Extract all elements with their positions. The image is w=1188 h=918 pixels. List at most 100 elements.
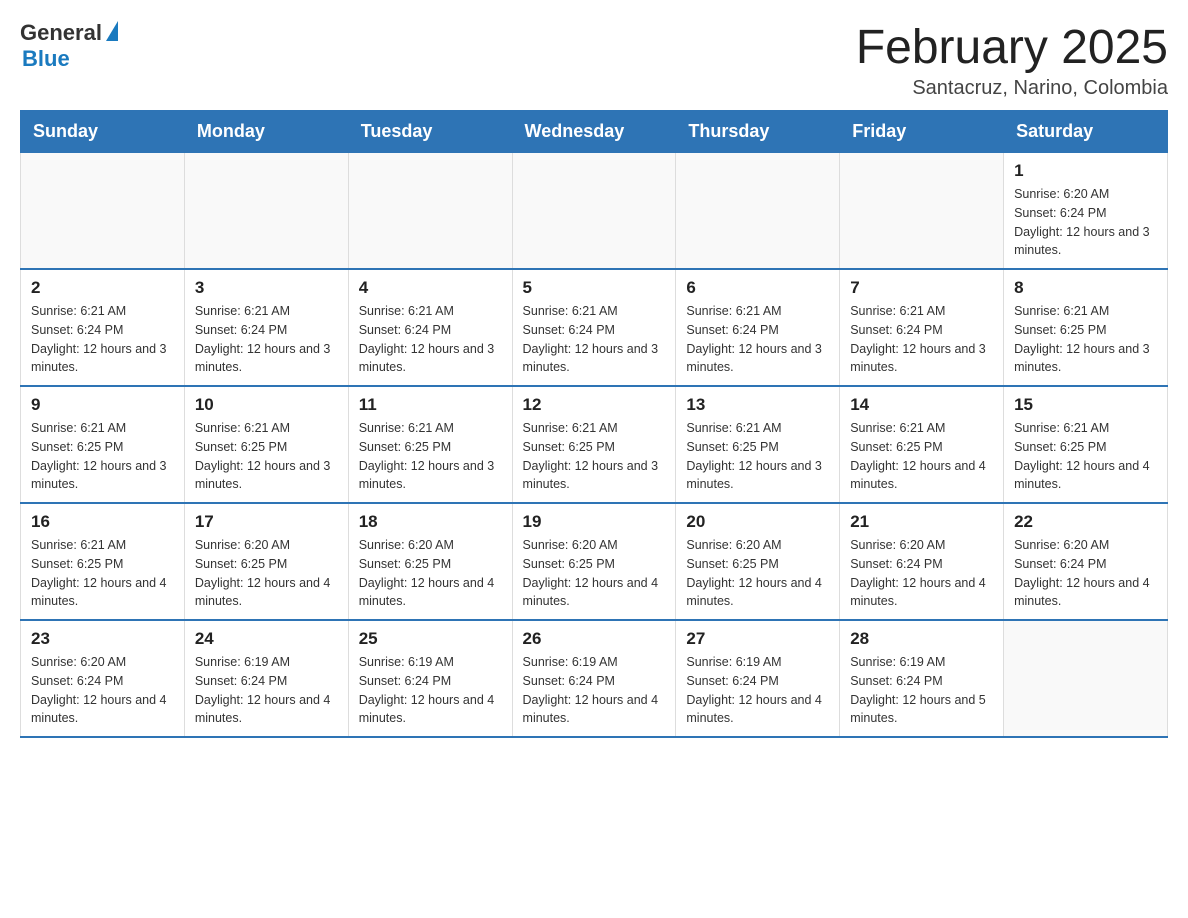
- column-header-sunday: Sunday: [21, 111, 185, 153]
- day-info: Sunrise: 6:20 AMSunset: 6:24 PMDaylight:…: [850, 536, 993, 611]
- day-number: 6: [686, 278, 829, 298]
- day-number: 10: [195, 395, 338, 415]
- day-number: 8: [1014, 278, 1157, 298]
- calendar-cell: 13 Sunrise: 6:21 AMSunset: 6:25 PMDayligh…: [676, 386, 840, 503]
- day-info: Sunrise: 6:19 AMSunset: 6:24 PMDaylight:…: [195, 653, 338, 728]
- calendar-cell: 9 Sunrise: 6:21 AMSunset: 6:25 PMDaylight…: [21, 386, 185, 503]
- calendar-week-row: 23Sunrise: 6:20 AMSunset: 6:24 PMDayligh…: [21, 620, 1168, 737]
- day-info: Sunrise: 6:21 AMSunset: 6:24 PMDaylight:…: [686, 302, 829, 377]
- day-number: 26: [523, 629, 666, 649]
- calendar-cell: 7Sunrise: 6:21 AMSunset: 6:24 PMDaylight…: [840, 269, 1004, 386]
- calendar-week-row: 9 Sunrise: 6:21 AMSunset: 6:25 PMDaylight…: [21, 386, 1168, 503]
- day-info: Sunrise: 6:21 AMSunset: 6:25 PMDaylight:…: [31, 419, 174, 494]
- day-number: 19: [523, 512, 666, 532]
- calendar-cell: [1004, 620, 1168, 737]
- day-number: 22: [1014, 512, 1157, 532]
- calendar-cell: 26 Sunrise: 6:19 AMSunset: 6:24 PMDayligh…: [512, 620, 676, 737]
- day-info: Sunrise: 6:20 AMSunset: 6:25 PMDaylight:…: [195, 536, 338, 611]
- calendar-cell: 14 Sunrise: 6:21 AMSunset: 6:25 PMDayligh…: [840, 386, 1004, 503]
- day-number: 2: [31, 278, 174, 298]
- day-number: 15: [1014, 395, 1157, 415]
- column-header-monday: Monday: [184, 111, 348, 153]
- day-info: Sunrise: 6:21 AMSunset: 6:25 PMDaylight:…: [359, 419, 502, 494]
- calendar-cell: 28 Sunrise: 6:19 AMSunset: 6:24 PMDayligh…: [840, 620, 1004, 737]
- day-info: Sunrise: 6:21 AMSunset: 6:25 PMDaylight:…: [1014, 419, 1157, 494]
- day-info: Sunrise: 6:19 AMSunset: 6:24 PMDaylight:…: [850, 653, 993, 728]
- day-info: Sunrise: 6:20 AMSunset: 6:24 PMDaylight:…: [1014, 536, 1157, 611]
- calendar-cell: [840, 153, 1004, 270]
- calendar-week-row: 1 Sunrise: 6:20 AMSunset: 6:24 PMDaylight…: [21, 153, 1168, 270]
- day-info: Sunrise: 6:21 AMSunset: 6:25 PMDaylight:…: [850, 419, 993, 494]
- calendar-cell: 12Sunrise: 6:21 AMSunset: 6:25 PMDayligh…: [512, 386, 676, 503]
- column-header-friday: Friday: [840, 111, 1004, 153]
- day-info: Sunrise: 6:21 AMSunset: 6:24 PMDaylight:…: [31, 302, 174, 377]
- calendar-cell: 4Sunrise: 6:21 AMSunset: 6:24 PMDaylight…: [348, 269, 512, 386]
- calendar-cell: 1 Sunrise: 6:20 AMSunset: 6:24 PMDaylight…: [1004, 153, 1168, 270]
- day-number: 13: [686, 395, 829, 415]
- calendar-cell: 2 Sunrise: 6:21 AMSunset: 6:24 PMDaylight…: [21, 269, 185, 386]
- day-info: Sunrise: 6:20 AMSunset: 6:24 PMDaylight:…: [31, 653, 174, 728]
- calendar-cell: 3Sunrise: 6:21 AMSunset: 6:24 PMDaylight…: [184, 269, 348, 386]
- calendar-cell: 21 Sunrise: 6:20 AMSunset: 6:24 PMDayligh…: [840, 503, 1004, 620]
- day-info: Sunrise: 6:21 AMSunset: 6:24 PMDaylight:…: [359, 302, 502, 377]
- day-info: Sunrise: 6:21 AMSunset: 6:25 PMDaylight:…: [1014, 302, 1157, 377]
- day-info: Sunrise: 6:20 AMSunset: 6:25 PMDaylight:…: [686, 536, 829, 611]
- title-area: February 2025 Santacruz, Narino, Colombi…: [856, 20, 1168, 100]
- day-number: 25: [359, 629, 502, 649]
- day-number: 21: [850, 512, 993, 532]
- day-number: 20: [686, 512, 829, 532]
- day-info: Sunrise: 6:20 AMSunset: 6:25 PMDaylight:…: [359, 536, 502, 611]
- day-number: 28: [850, 629, 993, 649]
- calendar-cell: 25 Sunrise: 6:19 AMSunset: 6:24 PMDayligh…: [348, 620, 512, 737]
- calendar-cell: [184, 153, 348, 270]
- day-info: Sunrise: 6:21 AMSunset: 6:25 PMDaylight:…: [686, 419, 829, 494]
- logo-triangle-icon: [106, 21, 118, 41]
- day-info: Sunrise: 6:21 AMSunset: 6:25 PMDaylight:…: [523, 419, 666, 494]
- calendar-cell: 8 Sunrise: 6:21 AMSunset: 6:25 PMDaylight…: [1004, 269, 1168, 386]
- calendar-cell: 23Sunrise: 6:20 AMSunset: 6:24 PMDayligh…: [21, 620, 185, 737]
- calendar-cell: [676, 153, 840, 270]
- day-number: 24: [195, 629, 338, 649]
- day-number: 16: [31, 512, 174, 532]
- day-number: 18: [359, 512, 502, 532]
- calendar-cell: 16 Sunrise: 6:21 AMSunset: 6:25 PMDayligh…: [21, 503, 185, 620]
- day-number: 5: [523, 278, 666, 298]
- location-subtitle: Santacruz, Narino, Colombia: [856, 77, 1168, 100]
- day-info: Sunrise: 6:19 AMSunset: 6:24 PMDaylight:…: [686, 653, 829, 728]
- calendar-week-row: 16 Sunrise: 6:21 AMSunset: 6:25 PMDayligh…: [21, 503, 1168, 620]
- logo-general-text: General: [20, 20, 102, 46]
- calendar-table: SundayMondayTuesdayWednesdayThursdayFrid…: [20, 110, 1168, 738]
- month-title: February 2025: [856, 20, 1168, 75]
- day-info: Sunrise: 6:19 AMSunset: 6:24 PMDaylight:…: [359, 653, 502, 728]
- column-header-wednesday: Wednesday: [512, 111, 676, 153]
- calendar-cell: [512, 153, 676, 270]
- calendar-cell: 10 Sunrise: 6:21 AMSunset: 6:25 PMDayligh…: [184, 386, 348, 503]
- logo-blue-text: Blue: [22, 46, 70, 72]
- column-header-tuesday: Tuesday: [348, 111, 512, 153]
- day-info: Sunrise: 6:21 AMSunset: 6:25 PMDaylight:…: [195, 419, 338, 494]
- day-number: 17: [195, 512, 338, 532]
- day-number: 9: [31, 395, 174, 415]
- day-info: Sunrise: 6:19 AMSunset: 6:24 PMDaylight:…: [523, 653, 666, 728]
- column-header-saturday: Saturday: [1004, 111, 1168, 153]
- day-info: Sunrise: 6:20 AMSunset: 6:24 PMDaylight:…: [1014, 185, 1157, 260]
- day-info: Sunrise: 6:21 AMSunset: 6:24 PMDaylight:…: [523, 302, 666, 377]
- day-number: 14: [850, 395, 993, 415]
- calendar-cell: 19 Sunrise: 6:20 AMSunset: 6:25 PMDayligh…: [512, 503, 676, 620]
- day-info: Sunrise: 6:20 AMSunset: 6:25 PMDaylight:…: [523, 536, 666, 611]
- day-number: 27: [686, 629, 829, 649]
- calendar-cell: 18 Sunrise: 6:20 AMSunset: 6:25 PMDayligh…: [348, 503, 512, 620]
- day-info: Sunrise: 6:21 AMSunset: 6:24 PMDaylight:…: [195, 302, 338, 377]
- page-header: General Blue February 2025 Santacruz, Na…: [20, 20, 1168, 100]
- day-number: 11: [359, 395, 502, 415]
- calendar-cell: 6 Sunrise: 6:21 AMSunset: 6:24 PMDaylight…: [676, 269, 840, 386]
- calendar-cell: 15 Sunrise: 6:21 AMSunset: 6:25 PMDayligh…: [1004, 386, 1168, 503]
- calendar-cell: 27 Sunrise: 6:19 AMSunset: 6:24 PMDayligh…: [676, 620, 840, 737]
- day-number: 1: [1014, 161, 1157, 181]
- calendar-cell: [348, 153, 512, 270]
- column-header-thursday: Thursday: [676, 111, 840, 153]
- calendar-cell: 22 Sunrise: 6:20 AMSunset: 6:24 PMDayligh…: [1004, 503, 1168, 620]
- day-info: Sunrise: 6:21 AMSunset: 6:25 PMDaylight:…: [31, 536, 174, 611]
- calendar-cell: 17 Sunrise: 6:20 AMSunset: 6:25 PMDayligh…: [184, 503, 348, 620]
- calendar-header-row: SundayMondayTuesdayWednesdayThursdayFrid…: [21, 111, 1168, 153]
